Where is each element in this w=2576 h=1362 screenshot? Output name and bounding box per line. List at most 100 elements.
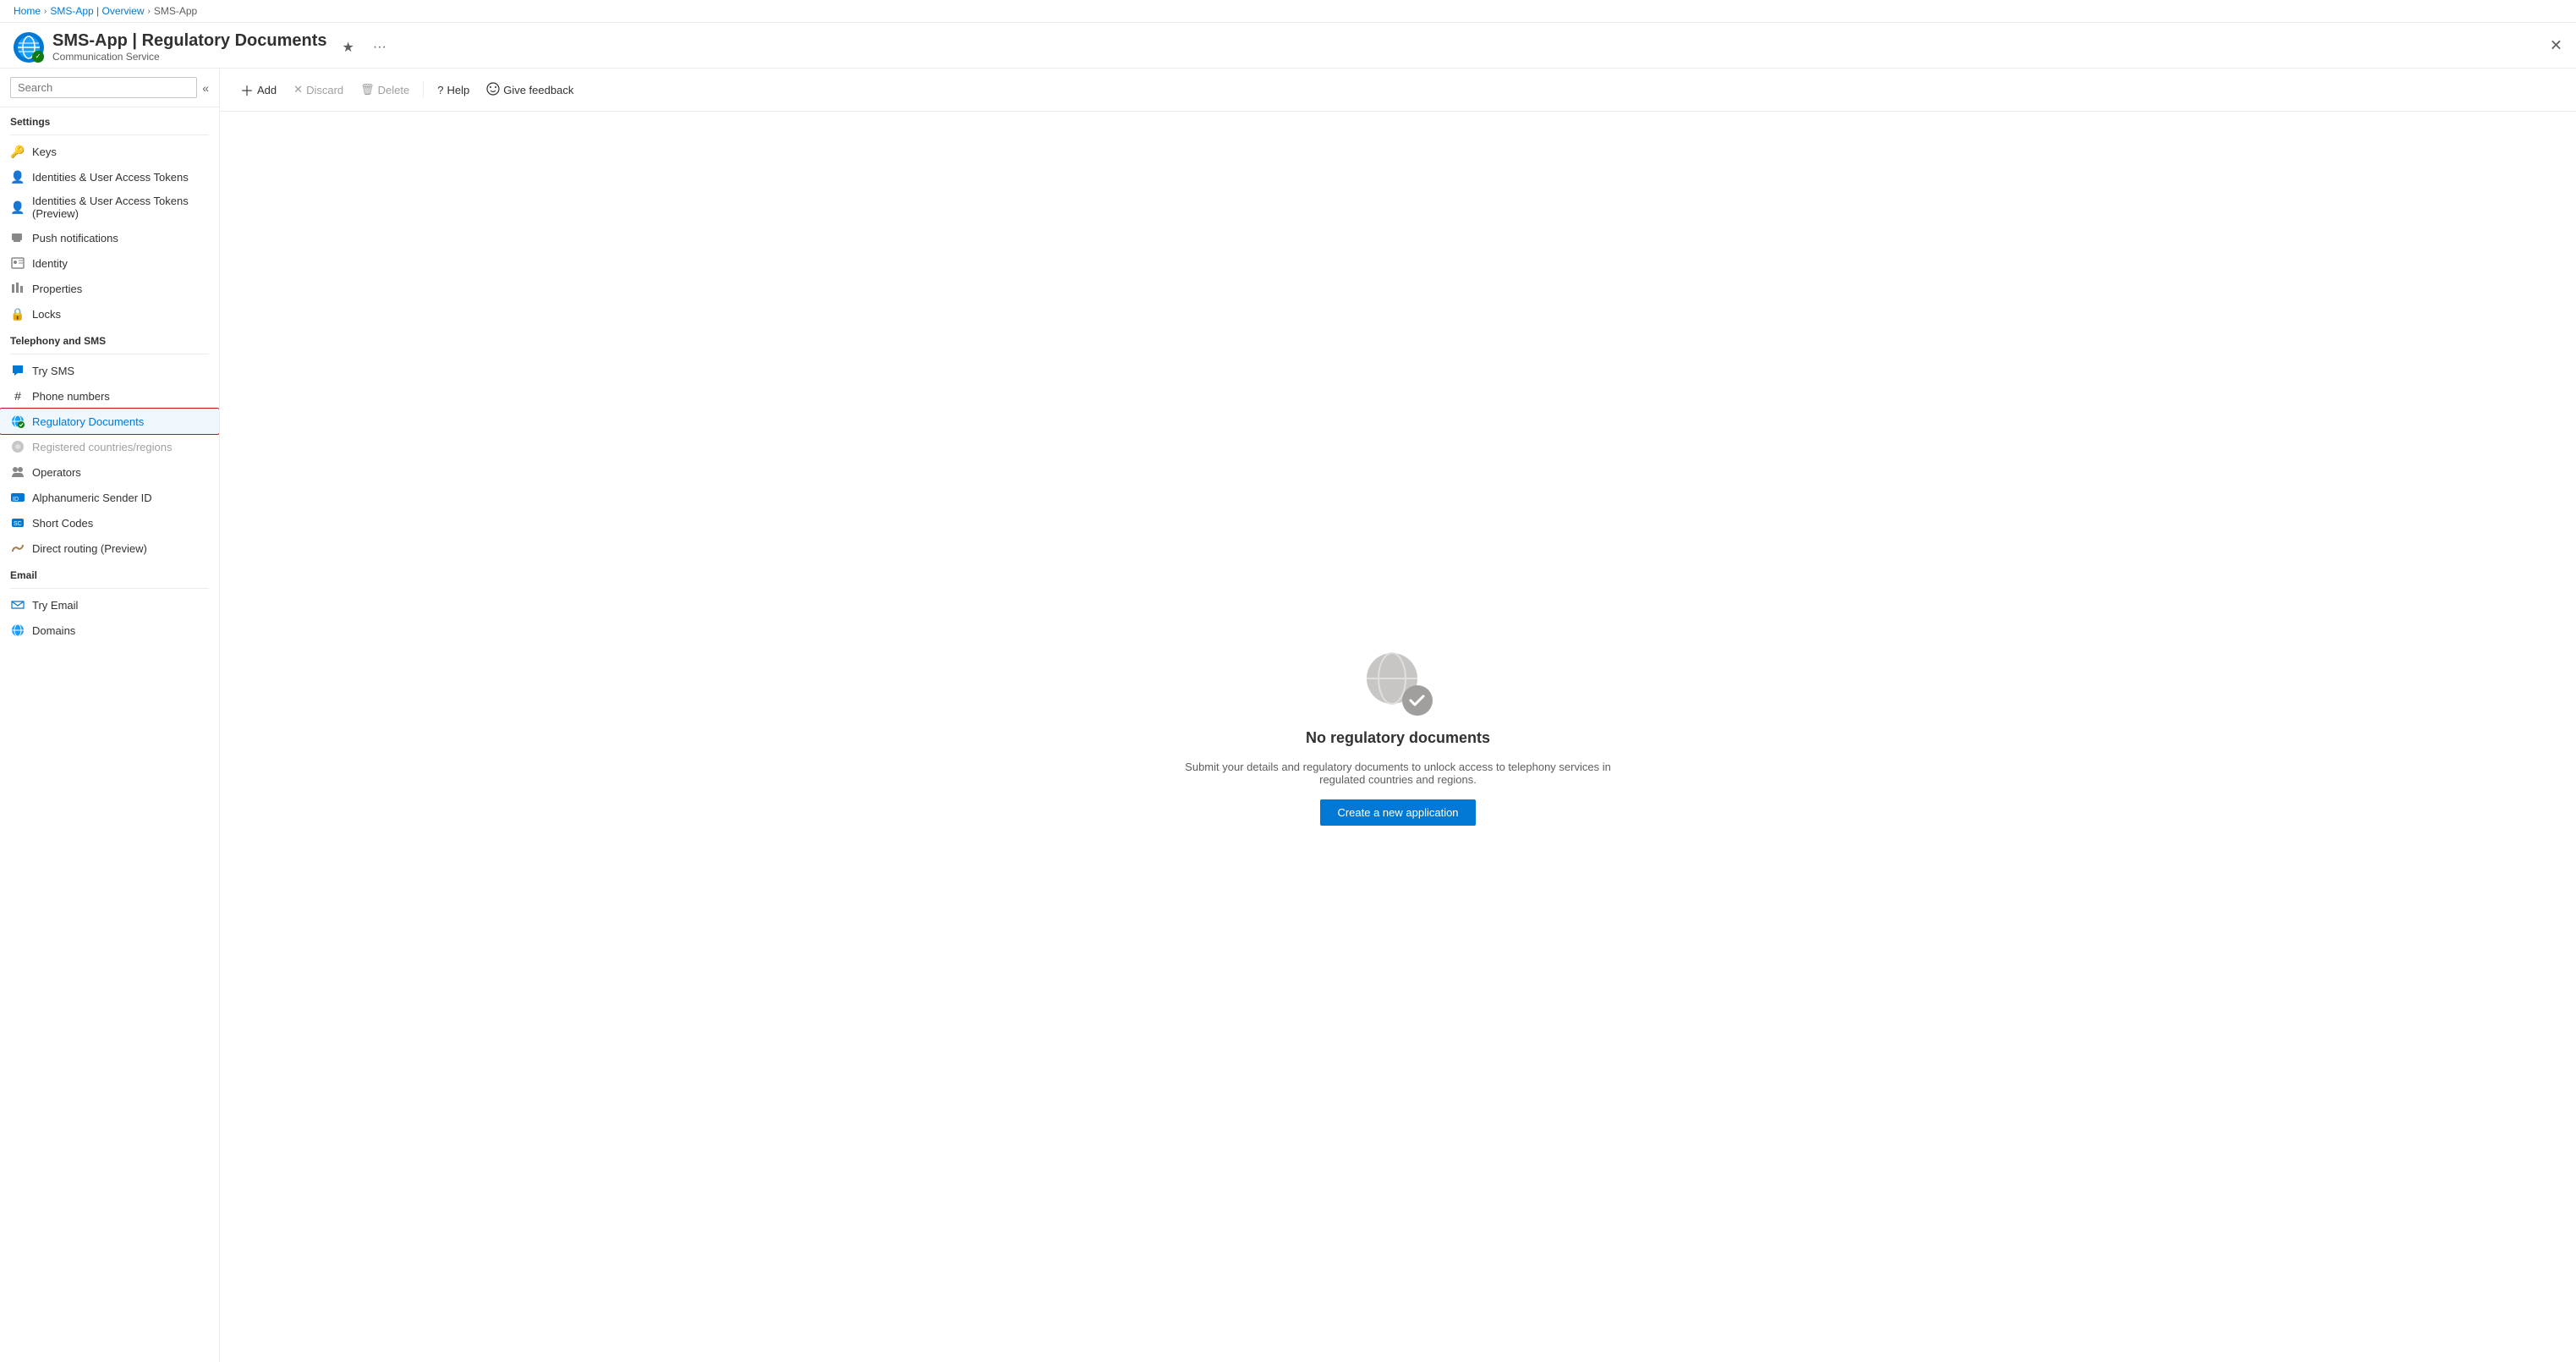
sidebar-label-identities: Identities & User Access Tokens	[32, 171, 189, 184]
header-title-area: SMS-App | Regulatory Documents Communica…	[52, 31, 327, 63]
short-codes-icon: SC	[10, 515, 25, 530]
search-input[interactable]	[10, 77, 197, 98]
alpha-icon: ID	[10, 490, 25, 505]
empty-illustration	[1360, 648, 1436, 716]
add-button[interactable]: ＋ Add	[233, 75, 283, 104]
empty-state-icon	[1360, 648, 1436, 716]
feedback-icon	[486, 82, 500, 98]
breadcrumb-current: SMS-App	[154, 5, 197, 17]
sidebar-label-domains: Domains	[32, 624, 75, 637]
breadcrumb-sep-2: ›	[148, 7, 151, 16]
empty-state: No regulatory documents Submit your deta…	[1161, 648, 1635, 826]
sidebar-item-keys[interactable]: 🔑 Keys	[0, 139, 219, 164]
sidebar-label-try-email: Try Email	[32, 599, 78, 612]
key-icon: 🔑	[10, 144, 25, 159]
delete-icon: 🗑	[360, 83, 375, 96]
countries-icon	[10, 439, 25, 454]
sidebar-item-push-notifications[interactable]: Push notifications	[0, 225, 219, 250]
sidebar-item-identities-preview[interactable]: 👤 Identities & User Access Tokens (Previ…	[0, 189, 219, 225]
command-bar: ＋ Add ✕ Discard 🗑 Delete ? Help Give fee…	[220, 69, 2576, 112]
svg-text:ID: ID	[13, 497, 19, 503]
person2-icon: 👤	[10, 200, 25, 215]
email-section-label: Email	[0, 561, 219, 585]
regulatory-icon	[10, 414, 25, 429]
notification-icon	[10, 230, 25, 245]
sidebar-label-push: Push notifications	[32, 232, 118, 244]
page-header: ✓ SMS-App | Regulatory Documents Communi…	[0, 23, 2576, 69]
sidebar-label-registered: Registered countries/regions	[32, 441, 172, 453]
help-button[interactable]: ? Help	[430, 80, 476, 101]
sidebar-label-identities-preview: Identities & User Access Tokens (Preview…	[32, 195, 209, 220]
content-body: No regulatory documents Submit your deta…	[220, 112, 2576, 1362]
page-title: SMS-App | Regulatory Documents	[52, 31, 327, 51]
collapse-sidebar-button[interactable]: «	[202, 81, 209, 95]
sidebar-item-direct-routing[interactable]: Direct routing (Preview)	[0, 535, 219, 561]
cmd-separator	[423, 81, 424, 98]
content-area: ＋ Add ✕ Discard 🗑 Delete ? Help Give fee…	[220, 69, 2576, 1362]
sidebar-item-operators[interactable]: Operators	[0, 459, 219, 485]
routing-icon	[10, 541, 25, 556]
favorite-button[interactable]: ★	[337, 37, 359, 58]
empty-title: No regulatory documents	[1306, 729, 1490, 747]
discard-label: Discard	[306, 84, 343, 96]
sidebar-label-keys: Keys	[32, 146, 57, 158]
sidebar-label-locks: Locks	[32, 308, 61, 321]
sidebar-item-phone-numbers[interactable]: # Phone numbers	[0, 383, 219, 409]
sidebar-item-identities[interactable]: 👤 Identities & User Access Tokens	[0, 164, 219, 189]
feedback-label: Give feedback	[503, 84, 573, 96]
sidebar-item-short-codes[interactable]: SC Short Codes	[0, 510, 219, 535]
sidebar-item-try-email[interactable]: Try Email	[0, 592, 219, 618]
sidebar-item-try-sms[interactable]: Try SMS	[0, 358, 219, 383]
settings-section-label: Settings	[0, 107, 219, 131]
sidebar-label-phone-numbers: Phone numbers	[32, 390, 110, 403]
breadcrumb-home[interactable]: Home	[14, 5, 41, 17]
sidebar-item-domains[interactable]: Domains	[0, 618, 219, 643]
sidebar-item-properties[interactable]: Properties	[0, 276, 219, 301]
sidebar-label-identity: Identity	[32, 257, 68, 270]
telephony-section-label: Telephony and SMS	[0, 327, 219, 350]
feedback-button[interactable]: Give feedback	[480, 78, 580, 102]
breadcrumb-overview[interactable]: SMS-App | Overview	[50, 5, 144, 17]
phone-icon: #	[10, 388, 25, 404]
sidebar-label-regulatory: Regulatory Documents	[32, 415, 144, 428]
help-label: Help	[447, 84, 469, 96]
email-divider	[10, 588, 209, 589]
sidebar-label-direct-routing: Direct routing (Preview)	[32, 542, 147, 555]
sidebar-item-identity[interactable]: Identity	[0, 250, 219, 276]
discard-button[interactable]: ✕ Discard	[287, 79, 350, 101]
lock-icon: 🔒	[10, 306, 25, 321]
delete-label: Delete	[378, 84, 410, 96]
close-button[interactable]: ✕	[2550, 36, 2562, 54]
sidebar-item-alphanumeric[interactable]: ID Alphanumeric Sender ID	[0, 485, 219, 510]
create-application-button[interactable]: Create a new application	[1320, 799, 1475, 826]
sidebar-item-regulatory-documents[interactable]: Regulatory Documents	[0, 409, 219, 434]
id-icon	[10, 255, 25, 271]
sidebar-label-try-sms: Try SMS	[32, 365, 74, 377]
header-actions: ★ ···	[337, 37, 392, 58]
operators-icon	[10, 464, 25, 480]
sidebar-item-locks[interactable]: 🔒 Locks	[0, 301, 219, 327]
add-icon: ＋	[240, 80, 254, 100]
svg-text:SC: SC	[14, 521, 22, 527]
delete-button[interactable]: 🗑 Delete	[354, 79, 416, 101]
person-icon: 👤	[10, 169, 25, 184]
email-icon	[10, 597, 25, 612]
sidebar-label-alphanumeric: Alphanumeric Sender ID	[32, 492, 152, 504]
breadcrumb: Home › SMS-App | Overview › SMS-App	[0, 0, 2576, 23]
discard-icon: ✕	[293, 83, 303, 96]
page-subtitle: Communication Service	[52, 51, 327, 63]
sidebar-label-properties: Properties	[32, 283, 82, 295]
app-icon: ✓	[14, 32, 44, 63]
domain-icon	[10, 623, 25, 638]
sms-icon	[10, 363, 25, 378]
add-label: Add	[257, 84, 277, 96]
sidebar: « Settings 🔑 Keys 👤 Identities & User Ac…	[0, 69, 220, 1362]
more-options-button[interactable]: ···	[368, 38, 392, 57]
main-layout: « Settings 🔑 Keys 👤 Identities & User Ac…	[0, 69, 2576, 1362]
check-badge: ✓	[32, 51, 44, 63]
empty-subtitle: Submit your details and regulatory docum…	[1161, 761, 1635, 786]
help-icon: ?	[437, 84, 443, 96]
sidebar-label-short-codes: Short Codes	[32, 517, 93, 530]
breadcrumb-sep-1: ›	[44, 7, 47, 16]
sidebar-item-registered-countries: Registered countries/regions	[0, 434, 219, 459]
